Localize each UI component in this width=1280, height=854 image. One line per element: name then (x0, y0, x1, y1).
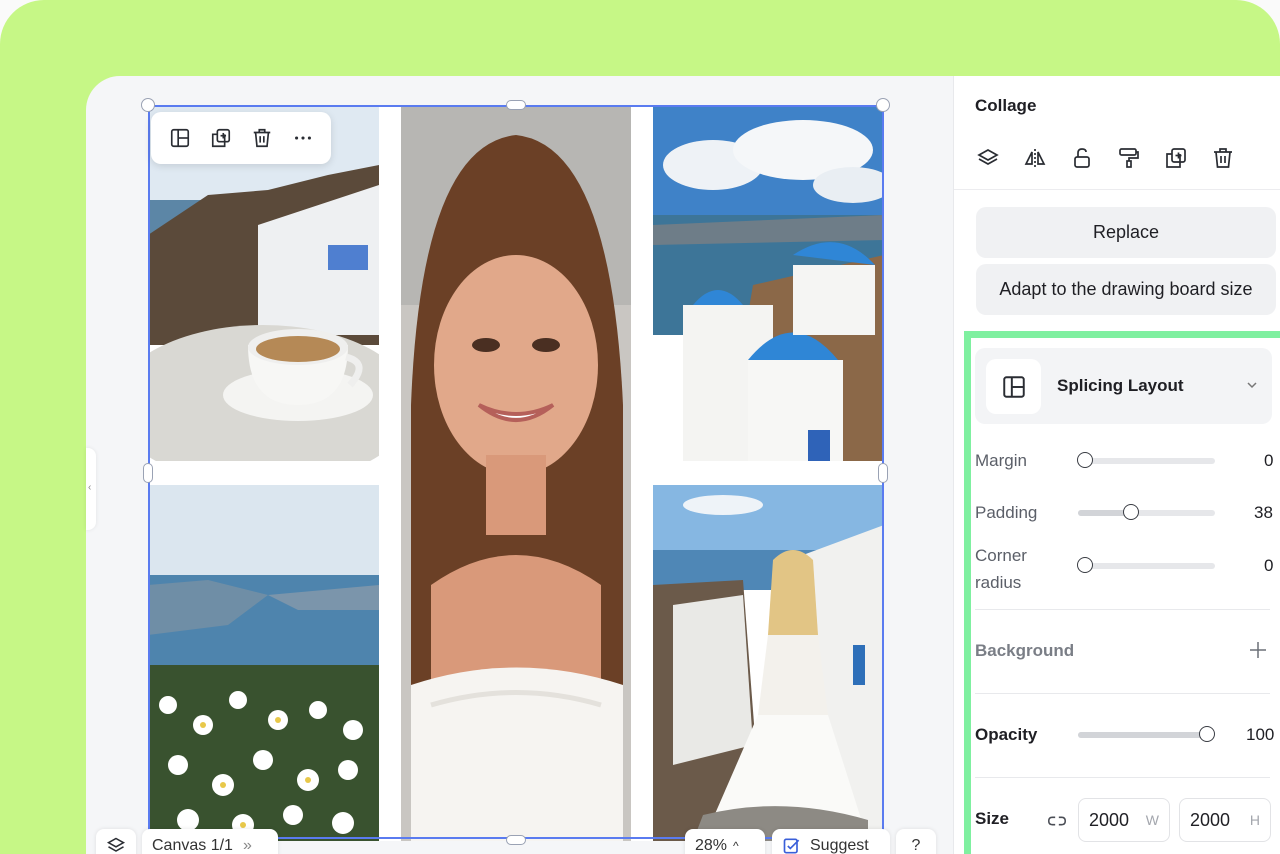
layers-icon (106, 837, 126, 852)
width-unit: W (1145, 812, 1159, 828)
margin-label: Margin (975, 451, 1027, 470)
duplicate-icon[interactable] (206, 123, 236, 153)
corner-radius-value: 0 (1264, 556, 1274, 575)
help-icon: ? (911, 837, 921, 854)
resize-handle-bottom[interactable] (506, 835, 526, 845)
divider (975, 609, 1270, 610)
canvas-pager[interactable]: Canvas 1/1 » (142, 829, 278, 854)
canvas-label: Canvas 1/1 (152, 837, 233, 854)
adapt-board-button[interactable]: Adapt to the drawing board size (976, 264, 1276, 315)
photo-portrait[interactable] (401, 105, 631, 841)
more-icon[interactable] (288, 123, 318, 153)
layers-icon[interactable] (976, 146, 1000, 170)
replace-button[interactable]: Replace (976, 207, 1276, 258)
resize-handle-right[interactable] (878, 463, 888, 483)
element-toolbar (151, 112, 331, 164)
paint-roller-icon[interactable] (1117, 146, 1141, 170)
corner-radius-slider[interactable] (1077, 557, 1215, 573)
size-label: Size (975, 809, 1010, 828)
margin-value: 0 (1264, 451, 1274, 470)
left-panel-toggle[interactable]: ‹ (86, 448, 96, 530)
padding-label: Padding (975, 503, 1038, 522)
height-value: 2000 (1190, 809, 1231, 830)
corner-radius-slider-knob[interactable] (1077, 557, 1093, 573)
opacity-label: Opacity (975, 725, 1038, 744)
suggest-button[interactable]: Suggest (772, 829, 890, 854)
opacity-slider-knob[interactable] (1199, 726, 1215, 742)
width-input[interactable]: 2000 W (1078, 798, 1170, 842)
divider (975, 693, 1270, 694)
photo-woman-walking[interactable] (653, 485, 884, 841)
divider (975, 777, 1270, 778)
help-button[interactable]: ? (896, 829, 936, 854)
resize-handle-top-left[interactable] (141, 98, 155, 112)
background-label: Background (975, 641, 1075, 660)
flip-icon[interactable] (1023, 146, 1047, 170)
padding-slider[interactable] (1078, 504, 1215, 520)
layers-button[interactable] (96, 829, 136, 854)
divider (954, 189, 1280, 190)
suggest-label: Suggest (810, 837, 869, 854)
zoom-value: 28% (695, 837, 728, 854)
duplicate-icon[interactable] (1164, 146, 1188, 170)
margin-slider[interactable] (1077, 452, 1215, 468)
photo-blue-domes[interactable] (653, 105, 884, 461)
padding-slider-knob[interactable] (1123, 504, 1139, 520)
corner-radius-label: Corner radius (975, 546, 1027, 592)
trash-icon[interactable] (1211, 146, 1235, 170)
link-icon[interactable] (1046, 810, 1068, 832)
trash-icon[interactable] (247, 123, 277, 153)
add-background-icon[interactable] (1248, 640, 1268, 660)
chevron-right-icon: » (242, 837, 252, 854)
unlock-icon[interactable] (1070, 146, 1094, 170)
photo-sea-flowers[interactable] (148, 485, 379, 841)
margin-slider-knob[interactable] (1077, 452, 1093, 468)
suggest-icon (783, 838, 800, 854)
height-input[interactable]: 2000 H (1179, 798, 1271, 842)
layout-icon[interactable] (165, 123, 195, 153)
collage-canvas[interactable] (148, 105, 884, 841)
layout-label: Splicing Layout (1057, 376, 1184, 395)
panel-title: Collage (975, 96, 1037, 115)
opacity-value: 100 (1246, 725, 1275, 744)
opacity-slider[interactable] (1078, 726, 1215, 742)
resize-handle-top-right[interactable] (876, 98, 890, 112)
splicing-layout-dropdown[interactable]: Splicing Layout (975, 348, 1272, 424)
height-unit: H (1249, 812, 1260, 828)
zoom-control[interactable]: 28% ^ (685, 829, 765, 854)
resize-handle-top[interactable] (506, 100, 526, 110)
padding-value: 38 (1254, 503, 1273, 522)
chevron-up-icon: ^ (733, 839, 739, 853)
layout-icon (986, 359, 1041, 414)
resize-handle-left[interactable] (143, 463, 153, 483)
width-value: 2000 (1089, 809, 1130, 830)
chevron-down-icon (1247, 382, 1257, 389)
